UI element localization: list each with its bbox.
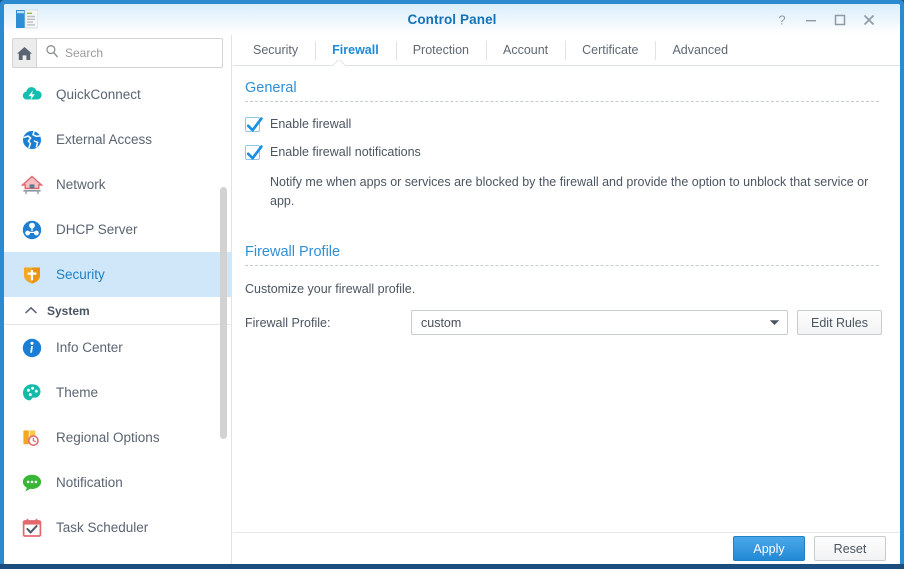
sidebar-item-label: Notification [56,475,123,490]
tab-label: Security [253,43,299,57]
network-house-icon [20,173,44,197]
enable-notifications-row[interactable]: Enable firewall notifications [245,144,900,160]
firewall-profile-select[interactable]: custom [411,310,788,335]
minimize-button[interactable] [801,10,821,30]
tab-protection[interactable]: Protection [395,35,486,66]
tab-label: Certificate [582,43,639,57]
close-button[interactable] [859,10,879,30]
enable-firewall-row[interactable]: Enable firewall [245,116,900,132]
tab-account[interactable]: Account [485,35,565,66]
sidebar-search-bar [12,38,223,68]
search-field-wrap[interactable] [36,38,223,68]
desktop-background: Control Panel ? Search QuickConnect Exte… [0,0,904,569]
help-button[interactable]: ? [772,10,792,30]
sidebar-item-label: Info Center [56,340,123,355]
tab-label: Advanced [672,43,729,57]
sidebar-scrollbar-thumb[interactable] [220,187,227,439]
control-panel-window: Control Panel ? Search QuickConnect Exte… [0,0,904,564]
quickconnect-icon [20,83,44,107]
sidebar-item-label: QuickConnect [56,87,141,102]
chevron-down-icon[interactable] [761,319,787,326]
search-icon [45,44,59,63]
sidebar-item-label: Task Scheduler [56,520,149,535]
firewall-profile-section-heading: Firewall Profile [245,244,879,266]
reset-button[interactable]: Reset [814,536,886,561]
sidebar-item-label: External Access [56,132,153,147]
sidebar-item-quickconnect[interactable]: QuickConnect [4,72,231,117]
sidebar-item-label: DHCP Server [56,222,138,237]
sidebar-item-label: Theme [56,385,99,400]
tab-label: Firewall [332,43,379,57]
calendar-check-icon [20,516,44,540]
dhcp-server-icon [20,218,44,242]
home-icon[interactable] [12,38,36,68]
panel-footer: Apply Reset [233,532,900,564]
svg-text:?: ? [778,13,785,28]
chevron-up-icon [24,304,38,318]
search-input[interactable] [59,45,222,61]
general-section-heading: General [245,80,879,102]
tab-firewall[interactable]: Firewall [315,35,396,66]
sidebar-item-external-access[interactable]: External Access [4,117,231,162]
sidebar-group-label: System [47,303,90,318]
sidebar-item-security[interactable]: Security [4,252,231,297]
palette-icon [20,381,44,405]
tab-label: Protection [412,43,469,57]
sidebar-item-notification[interactable]: Notification [4,460,231,505]
tab-certificate[interactable]: Certificate [565,35,655,66]
tab-label: Account [502,43,549,57]
sidebar-item-label: Security [56,267,105,282]
enable-firewall-label: Enable firewall [270,117,352,131]
info-icon [20,336,44,360]
sidebar-group-system[interactable]: System [4,297,231,325]
window-inner: Control Panel ? Search QuickConnect Exte… [4,4,900,564]
sidebar-item-hardware-power[interactable]: Hardware & Power [4,550,231,564]
firewall-profile-description: Customize your firewall profile. [245,282,416,296]
sidebar-item-info-center[interactable]: Info Center [4,325,231,370]
shield-icon [20,263,44,287]
page-title: Control Panel [407,12,497,27]
sidebar-item-network[interactable]: Network [4,162,231,207]
enable-firewall-checkbox[interactable] [245,117,263,132]
firewall-profile-selected-value: custom [421,315,462,330]
apply-button[interactable]: Apply [733,536,805,561]
sidebar-item-label: Network [56,177,106,192]
window-titlebar[interactable]: Control Panel ? [4,4,900,35]
firewall-profile-row: Firewall Profile: custom Edit Rules [245,310,900,335]
sidebar-item-theme[interactable]: Theme [4,370,231,415]
tab-advanced[interactable]: Advanced [655,35,745,66]
sidebar-item-dhcp-server[interactable]: DHCP Server [4,207,231,252]
edit-rules-button[interactable]: Edit Rules [797,310,882,335]
enable-notifications-checkbox[interactable] [245,145,263,160]
notification-description: Notify me when apps or services are bloc… [270,175,869,208]
enable-notifications-label: Enable firewall notifications [270,145,421,159]
sidebar-item-label: Regional Options [56,430,160,445]
active-tab-notch [332,60,346,67]
firewall-settings-panel: General Enable firewall Enable firewall … [233,67,900,532]
lightbulb-icon [20,561,44,564]
globe-icon [20,128,44,152]
sidebar-scrollbar-track[interactable] [219,72,228,564]
content-area: Security Firewall Protection Account Cer… [233,35,900,564]
maximize-button[interactable] [830,10,850,30]
tab-security[interactable]: Security [236,35,315,66]
sidebar-item-task-scheduler[interactable]: Task Scheduler [4,505,231,550]
regional-options-icon [20,426,44,450]
chat-bubble-icon [20,471,44,495]
sidebar: QuickConnect External Access [4,35,232,564]
firewall-profile-label: Firewall Profile: [245,315,331,330]
tab-bar: Security Firewall Protection Account Cer… [233,35,900,66]
sidebar-nav-list: QuickConnect External Access Network DHC… [4,72,231,564]
sidebar-item-regional-options[interactable]: Regional Options [4,415,231,460]
